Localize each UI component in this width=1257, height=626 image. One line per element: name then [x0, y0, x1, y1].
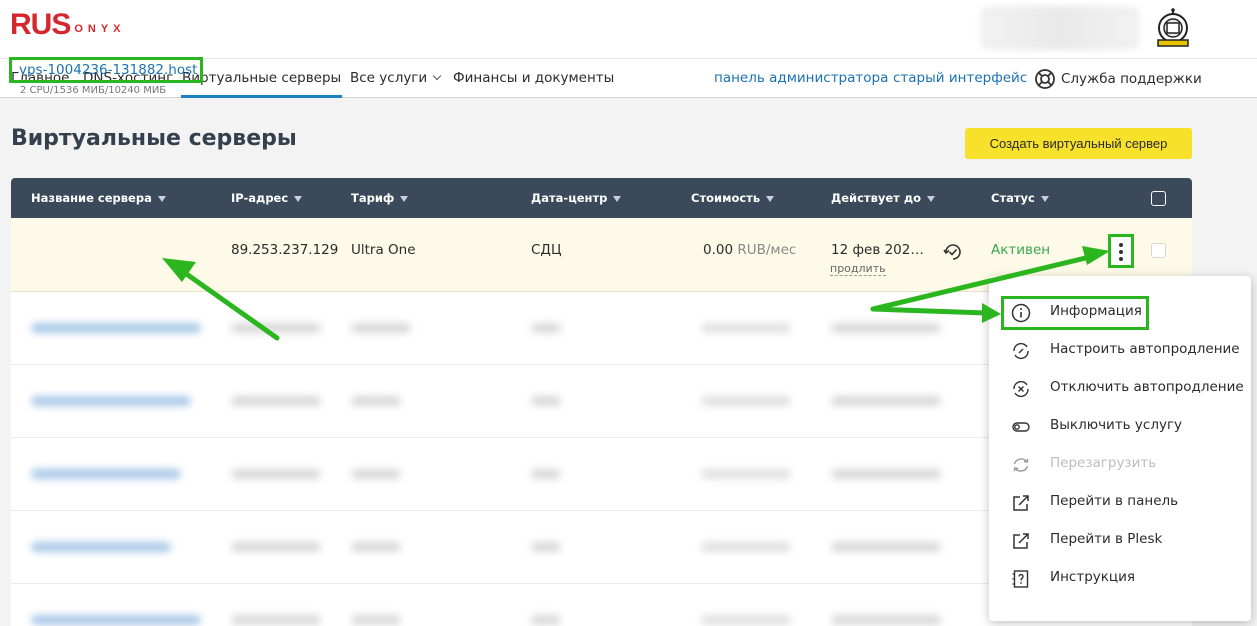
- table-header: Название сервера IP-адрес Тариф Дата-цен…: [11, 178, 1192, 218]
- chevron-down-icon: [432, 71, 442, 81]
- autorenew-icon[interactable]: [942, 241, 964, 263]
- row-checkbox[interactable]: [1151, 243, 1166, 258]
- menu-item-go-to-plesk[interactable]: Перейти в Plesk: [989, 522, 1251, 560]
- information-highlight: [1001, 296, 1149, 330]
- help-doc-icon: [1012, 570, 1029, 588]
- create-virtual-server-button[interactable]: Создать виртуальный сервер: [965, 128, 1192, 159]
- nav-item-virtual-servers[interactable]: Виртуальные серверы: [181, 59, 343, 98]
- toggle-icon: [1012, 422, 1030, 432]
- extend-link[interactable]: продлить: [830, 262, 886, 276]
- menu-item-label: Перейти в панель: [1050, 493, 1179, 509]
- nav-item-finance-docs[interactable]: Финансы и документы: [453, 59, 614, 98]
- row-actions-button[interactable]: [1108, 234, 1134, 268]
- autorenew-icon: [1013, 342, 1029, 360]
- reload-icon: [1013, 458, 1029, 472]
- server-cost: 0.00 RUB/мес: [703, 242, 796, 258]
- server-name-link[interactable]: vps-1004236-131882.host…: [19, 62, 199, 78]
- header: RUS ONYX: [0, 0, 1257, 58]
- logo-tail: ONYX: [74, 23, 126, 35]
- admin-panel-link[interactable]: панель администратора: [714, 59, 888, 98]
- nav-item-all-services-label: Все услуги: [350, 70, 428, 86]
- menu-item-instructions[interactable]: Инструкция: [989, 560, 1251, 598]
- server-plan: Ultra One: [351, 242, 416, 258]
- header-server-name[interactable]: Название сервера: [31, 178, 166, 218]
- autorenew-off-icon: [1013, 380, 1029, 398]
- support-label: Служба поддержки: [1061, 70, 1202, 87]
- menu-item-label: Отключить автопродление: [1050, 379, 1244, 395]
- menu-item-setup-autorenew[interactable]: Настроить автопродление: [989, 332, 1251, 370]
- external-link-icon: [1013, 495, 1029, 511]
- server-name-highlight: vps-1004236-131882.host…: [9, 57, 203, 83]
- menu-item-go-to-panel[interactable]: Перейти в панель: [989, 484, 1251, 522]
- filter-icon: [157, 196, 166, 202]
- header-datacenter[interactable]: Дата-центр: [531, 178, 622, 218]
- server-ip: 89.253.237.129: [231, 242, 339, 258]
- menu-item-label: Перейти в Plesk: [1050, 531, 1163, 547]
- logo-main: RUS: [10, 8, 71, 41]
- menu-item-turn-off-service[interactable]: Выключить услугу: [989, 408, 1251, 446]
- support-link[interactable]: Служба поддержки: [1034, 59, 1202, 98]
- menu-item-disable-autorenew[interactable]: Отключить автопродление: [989, 370, 1251, 408]
- filter-icon: [613, 196, 622, 202]
- filter-icon: [1040, 196, 1049, 202]
- external-link-icon: [1013, 533, 1029, 549]
- select-all-checkbox[interactable]: [1151, 191, 1166, 206]
- header-cost[interactable]: Стоимость: [691, 178, 775, 218]
- cost-unit: RUB/мес: [737, 242, 797, 258]
- menu-item-label: Настроить автопродление: [1050, 341, 1240, 357]
- old-interface-link[interactable]: старый интерфейс: [893, 59, 1027, 98]
- avatar[interactable]: [1152, 8, 1194, 48]
- header-valid-until[interactable]: Действует до: [831, 178, 936, 218]
- account-info-blurred[interactable]: [980, 6, 1140, 50]
- filter-icon: [400, 196, 409, 202]
- filter-icon: [294, 196, 303, 202]
- cost-value: 0.00: [703, 242, 734, 258]
- ruonyx-logo[interactable]: RUS ONYX: [10, 10, 126, 40]
- nav-item-all-services[interactable]: Все услуги: [350, 59, 442, 98]
- server-datacenter: СДЦ: [531, 242, 562, 258]
- menu-item-label: Инструкция: [1050, 569, 1136, 585]
- header-ip[interactable]: IP-адрес: [231, 178, 303, 218]
- menu-item-label: Перезагрузить: [1050, 455, 1157, 471]
- lifebuoy-icon: [1035, 68, 1055, 89]
- header-status[interactable]: Статус: [991, 178, 1049, 218]
- filter-icon: [766, 196, 775, 202]
- header-plan[interactable]: Тариф: [351, 178, 409, 218]
- menu-item-reboot: Перезагрузить: [989, 446, 1251, 484]
- menu-item-label: Выключить услугу: [1050, 417, 1183, 433]
- page-title: Виртуальные серверы: [11, 126, 297, 151]
- kebab-icon: [1119, 243, 1123, 247]
- server-valid-until: 12 фев 202…: [831, 242, 924, 258]
- server-specs: 2 CPU/1536 МИБ/10240 МИБ: [20, 85, 167, 96]
- status-badge: Активен: [991, 242, 1051, 258]
- filter-icon: [927, 196, 936, 202]
